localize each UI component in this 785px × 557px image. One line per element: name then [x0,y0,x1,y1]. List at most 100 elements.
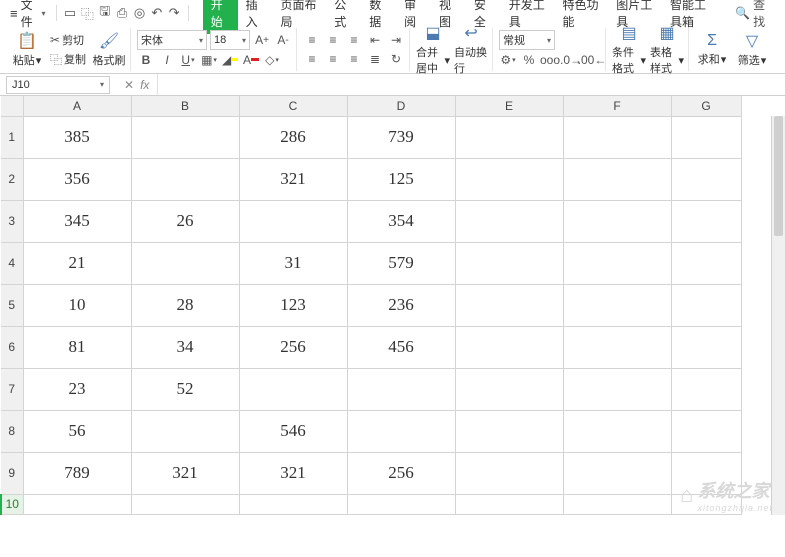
increase-indent-button[interactable]: ⇥ [387,31,405,49]
cell[interactable]: 123 [239,284,347,326]
cell[interactable]: 52 [131,368,239,410]
conditional-format-button[interactable]: ▤ 条件格式▾ [612,30,646,69]
cell[interactable] [563,494,671,514]
increase-font-button[interactable]: A+ [253,31,271,49]
align-left-button[interactable]: ≡ [303,50,321,68]
select-all-corner[interactable] [1,96,23,116]
cell[interactable] [563,242,671,284]
decrease-decimal-button[interactable]: .00← [583,51,601,69]
cell[interactable] [455,368,563,410]
cell[interactable]: 256 [347,452,455,494]
cell[interactable] [347,368,455,410]
cell[interactable] [563,284,671,326]
more-font-button[interactable]: ◇▾ [263,51,281,69]
merge-center-button[interactable]: ⬓ 合并居中▾ [416,30,450,69]
comma-button[interactable]: ooo [541,51,559,69]
cell[interactable] [455,494,563,514]
row-header[interactable]: 10 [1,494,23,514]
cell[interactable]: 125 [347,158,455,200]
cell[interactable] [671,326,741,368]
font-name-select[interactable]: 宋体▾ [137,30,207,50]
border-button[interactable]: ▦▾ [200,51,218,69]
cell[interactable] [131,410,239,452]
cell[interactable]: 321 [239,158,347,200]
cell[interactable]: 23 [23,368,131,410]
cell[interactable] [671,284,741,326]
cell[interactable]: 321 [131,452,239,494]
cell[interactable]: 354 [347,200,455,242]
cell[interactable] [563,410,671,452]
cell[interactable]: 579 [347,242,455,284]
font-size-select[interactable]: 18▾ [210,30,250,50]
cell[interactable] [455,284,563,326]
number-format-select[interactable]: 常规▾ [499,30,555,50]
cell[interactable] [671,242,741,284]
cell[interactable]: 356 [23,158,131,200]
row-header[interactable]: 9 [1,452,23,494]
cell[interactable] [671,452,741,494]
justify-button[interactable]: ≣ [366,50,384,68]
cell[interactable] [131,116,239,158]
cell[interactable] [239,368,347,410]
cell[interactable]: 739 [347,116,455,158]
cell[interactable]: 321 [239,452,347,494]
col-header-C[interactable]: C [239,96,347,116]
col-header-D[interactable]: D [347,96,455,116]
cell[interactable] [563,326,671,368]
vertical-scrollbar[interactable] [771,116,785,515]
cell[interactable]: 56 [23,410,131,452]
orientation-button[interactable]: ↻ [387,50,405,68]
cell[interactable]: 236 [347,284,455,326]
qat-open-icon[interactable]: ⿻ [80,4,95,22]
row-header[interactable]: 3 [1,200,23,242]
cell[interactable]: 546 [239,410,347,452]
cancel-formula-icon[interactable]: ✕ [124,78,134,92]
italic-button[interactable]: I [158,51,176,69]
cell[interactable]: 385 [23,116,131,158]
cell[interactable] [455,452,563,494]
decrease-indent-button[interactable]: ⇤ [366,31,384,49]
wrap-text-button[interactable]: ↩ 自动换行 [454,30,488,69]
cell[interactable] [131,158,239,200]
cell[interactable] [347,494,455,514]
align-center-button[interactable]: ≡ [324,50,342,68]
filter-button[interactable]: ▽ 筛选▾ [735,30,769,69]
name-box[interactable]: J10 ▾ [6,76,110,94]
cell[interactable] [455,200,563,242]
col-header-B[interactable]: B [131,96,239,116]
cell[interactable] [671,200,741,242]
row-header[interactable]: 1 [1,116,23,158]
row-header[interactable]: 6 [1,326,23,368]
qat-save-icon[interactable]: 🖫 [97,4,112,22]
cell[interactable] [239,494,347,514]
align-right-button[interactable]: ≡ [345,50,363,68]
align-middle-button[interactable]: ≡ [324,31,342,49]
bold-button[interactable]: B [137,51,155,69]
qat-redo-icon[interactable]: ↷ [167,4,182,22]
cell[interactable] [131,494,239,514]
currency-button[interactable]: ⚙▾ [499,51,517,69]
cell[interactable] [671,494,741,514]
fill-color-button[interactable]: ◢ [221,51,239,69]
formula-input[interactable] [157,74,785,95]
cell[interactable] [23,494,131,514]
cell[interactable]: 10 [23,284,131,326]
row-header[interactable]: 7 [1,368,23,410]
cell[interactable]: 21 [23,242,131,284]
fx-icon[interactable]: fx [140,78,149,92]
cell[interactable]: 28 [131,284,239,326]
align-top-button[interactable]: ≡ [303,31,321,49]
row-header[interactable]: 5 [1,284,23,326]
qat-print-icon[interactable]: ⎙ [114,4,129,22]
cell[interactable] [563,158,671,200]
cell[interactable]: 345 [23,200,131,242]
cell[interactable] [131,242,239,284]
cell[interactable] [455,242,563,284]
cell[interactable] [563,452,671,494]
cell[interactable] [347,410,455,452]
cell[interactable]: 789 [23,452,131,494]
cell[interactable]: 34 [131,326,239,368]
cell[interactable]: 456 [347,326,455,368]
cell[interactable] [671,116,741,158]
cell[interactable] [455,410,563,452]
